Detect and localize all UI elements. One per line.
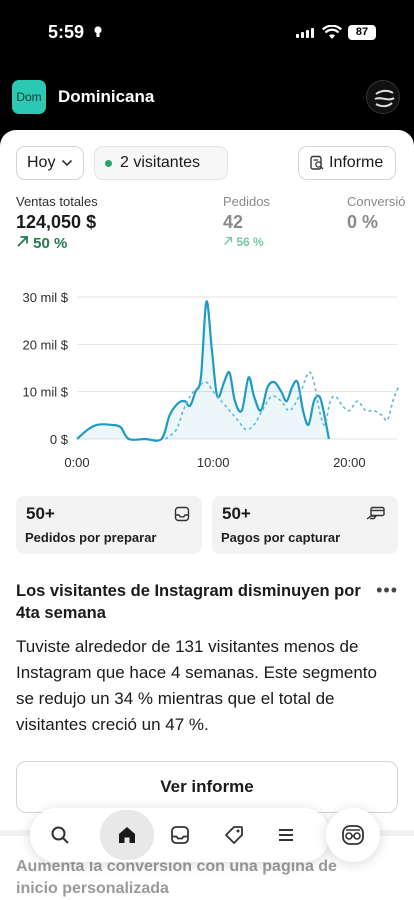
nav-search[interactable] (42, 817, 78, 853)
date-filter-button[interactable]: Hoy (16, 146, 84, 180)
metric-change-value: 50 % (33, 235, 68, 252)
x-tick-label: 0:00 (64, 455, 89, 470)
tile-payments-to-capture[interactable]: 50+ Pagos por capturar (212, 496, 398, 554)
metric-value: 42 (223, 212, 244, 232)
y-tick-label: 10 mil $ (22, 385, 68, 400)
metric-value: 124,050 $ (16, 212, 97, 232)
insight-title: Los visitantes de Instagram disminuyen p… (16, 582, 361, 622)
card-hand-icon (366, 506, 385, 520)
nav-menu[interactable] (268, 817, 304, 853)
visitors-label: 2 visitantes (120, 154, 201, 171)
view-report-button[interactable]: Ver informe (16, 761, 398, 813)
next-insight-title: Aumenta la conversión con una página de … (16, 858, 337, 897)
tile-orders-to-fulfill[interactable]: 50+ Pedidos por preparar (16, 496, 202, 554)
store-name[interactable]: Dominicana (58, 87, 154, 107)
insight-body: Tuviste alrededor de 131 visitantes meno… (16, 637, 377, 734)
series-area-today (77, 301, 329, 441)
arrow-up-right-icon (224, 236, 233, 245)
tile-count: 50+ (26, 504, 55, 523)
sales-chart[interactable]: 30 mil $ 20 mil $ 10 mil $ 0 $ 0:00 10:00 20:0… (0, 285, 414, 475)
metric-value: 0 % (347, 212, 379, 232)
metric-change: 56 % (223, 235, 270, 249)
y-tick-label: 0 $ (50, 432, 69, 447)
sidekick-glasses-icon (342, 825, 364, 845)
more-options-icon[interactable]: ••• (376, 580, 398, 601)
date-filter-label: Hoy (27, 154, 56, 171)
x-tick-label: 20:00 (333, 455, 366, 470)
y-tick-label: 20 mil $ (22, 337, 68, 352)
tile-count: 50+ (222, 504, 251, 523)
wifi-icon (322, 25, 342, 39)
app-header: Dom Dominicana (0, 66, 414, 128)
sidekick-icon[interactable] (366, 80, 400, 114)
arrow-up-right-icon (17, 236, 28, 247)
status-time: 5:59 (48, 22, 85, 42)
report-button[interactable]: Informe (298, 146, 396, 180)
home-icon (119, 827, 135, 843)
metric-label: Pedidos (223, 194, 270, 209)
metric-change: 50 % (16, 235, 98, 252)
signal-icon (296, 28, 314, 38)
metric-orders[interactable]: Pedidos 42 56 % (223, 194, 270, 249)
assistant-button[interactable] (326, 808, 380, 862)
metric-label: Conversió (347, 194, 406, 209)
metric-change-value: 56 % (236, 235, 264, 249)
tile-label: Pedidos por preparar (25, 530, 157, 545)
sales-chart-svg: 30 mil $ 20 mil $ 10 mil $ 0 $ 0:00 10:00 20:0… (22, 290, 400, 470)
x-tick-label: 10:00 (197, 455, 230, 470)
toolbar: Hoy 2 visitantes Informe (16, 146, 398, 180)
live-dot-icon (105, 159, 112, 167)
visitors-button[interactable]: 2 visitantes (94, 146, 228, 180)
chevron-down-icon (62, 159, 73, 167)
status-bar: 5:59 87 (0, 0, 414, 66)
report-label: Informe (329, 154, 384, 171)
tag-icon (225, 826, 243, 844)
search-icon (51, 826, 69, 844)
dashboard-card: Hoy 2 visitantes Informe Ventas totales … (0, 130, 414, 900)
metric-conversion[interactable]: Conversió 0 % (347, 194, 406, 233)
task-tiles: 50+ Pedidos por preparar 50+ Pagos por c… (16, 496, 398, 554)
metric-label: Ventas totales (16, 194, 98, 209)
nav-products[interactable] (216, 817, 252, 853)
insight-card: Los visitantes de Instagram disminuyen p… (16, 580, 398, 738)
report-icon (310, 155, 324, 170)
y-tick-label: 30 mil $ (22, 290, 68, 305)
store-badge[interactable]: Dom (12, 80, 46, 114)
nav-orders[interactable] (162, 817, 198, 853)
bottom-nav (30, 808, 330, 862)
metrics-row: Ventas totales 124,050 $ 50 % Pedidos 42… (16, 194, 414, 254)
menu-icon (279, 829, 293, 841)
lightbulb-icon (94, 26, 102, 37)
battery-indicator: 87 (348, 25, 376, 40)
tile-label: Pagos por capturar (221, 530, 341, 545)
orders-icon (171, 826, 189, 844)
inbox-icon (174, 506, 190, 522)
nav-home[interactable] (100, 810, 154, 860)
metric-total-sales[interactable]: Ventas totales 124,050 $ 50 % (16, 194, 98, 252)
